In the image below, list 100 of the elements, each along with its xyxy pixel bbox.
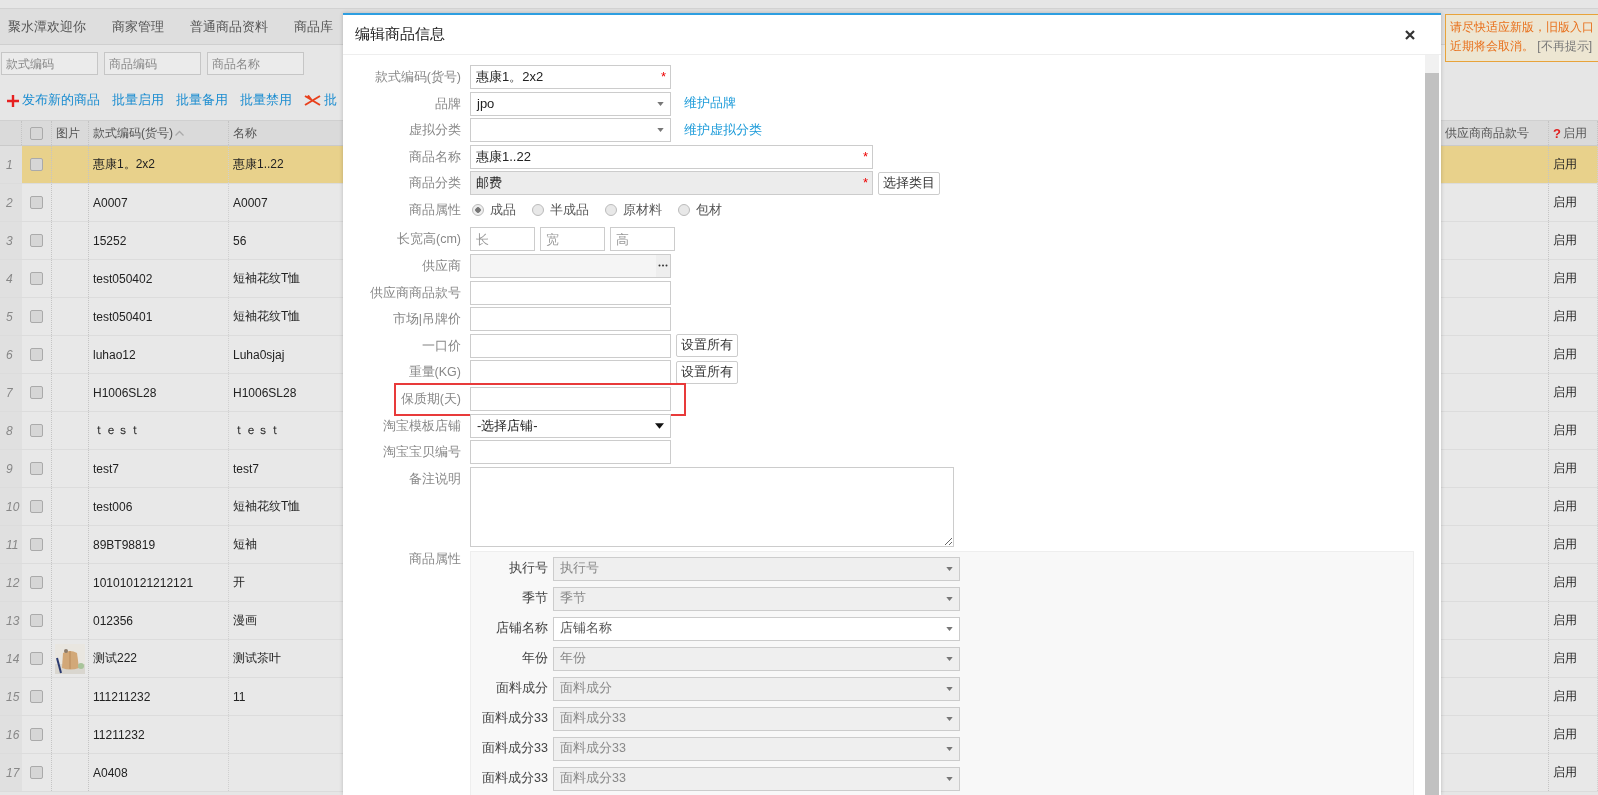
toolbar-link[interactable]: 发布新的商品 [7, 92, 100, 109]
row-number: 11 [0, 526, 22, 563]
action-button[interactable]: 选择类目 [878, 171, 940, 195]
remark-field[interactable] [470, 466, 954, 547]
checkbox[interactable] [30, 272, 43, 285]
checkbox[interactable] [30, 196, 43, 209]
checkbox[interactable] [30, 538, 43, 551]
help-mark[interactable]: ? [1553, 125, 1561, 141]
checkbox[interactable] [30, 462, 43, 475]
field-label: 长宽高(cm) [396, 231, 461, 249]
nav-tab[interactable]: 聚水潭欢迎你 [8, 17, 86, 36]
supplier-field[interactable] [470, 253, 671, 278]
table-cell: 启用 [1549, 374, 1598, 411]
text-field[interactable] [470, 307, 671, 332]
radio-option[interactable]: 原材料 [605, 201, 662, 219]
checkbox[interactable] [30, 500, 43, 513]
checkbox[interactable] [30, 766, 43, 779]
table-cell: 启用 [1549, 754, 1598, 791]
dimension-field[interactable]: 高 [610, 227, 675, 252]
row-number: 4 [0, 260, 22, 297]
row-number: 12 [0, 564, 22, 601]
maintain-link[interactable]: 维护品牌 [684, 95, 736, 113]
toolbar-link[interactable]: 批量备用 [176, 92, 228, 109]
checkbox[interactable] [30, 652, 43, 665]
checkbox[interactable] [30, 690, 43, 703]
table-cell: 启用 [1549, 184, 1598, 221]
row-number: 15 [0, 678, 22, 715]
checkbox[interactable] [30, 126, 43, 140]
row-number: 3 [0, 222, 22, 259]
table-cell: 101010121212121 [89, 564, 229, 601]
checkbox[interactable] [30, 424, 43, 437]
action-button[interactable]: 设置所有 [676, 360, 738, 384]
radio-option[interactable]: 半成品 [532, 201, 589, 219]
field-label: 面料成分 [495, 680, 548, 698]
dimension-field[interactable]: 长 [470, 227, 535, 252]
checkbox[interactable] [30, 728, 43, 741]
select-field[interactable] [470, 118, 671, 143]
filter-field[interactable]: 商品编码 [104, 52, 201, 75]
field-label: 品牌 [434, 95, 461, 113]
row-number: 10 [0, 488, 22, 525]
field-label: 店铺名称 [495, 620, 548, 638]
toolbar-link[interactable]: 批量启用 [112, 92, 164, 109]
row-number: 1 [0, 146, 22, 183]
dismiss-link[interactable]: [不再提示] [1537, 39, 1592, 53]
row-number: 2 [0, 184, 22, 221]
text-field[interactable] [470, 333, 671, 358]
radio-button[interactable] [605, 204, 617, 217]
table-cell: A0408 [89, 754, 229, 791]
radio-button[interactable] [678, 204, 690, 217]
radio-option[interactable]: 包材 [678, 201, 722, 219]
text-field[interactable] [470, 280, 671, 305]
select-field[interactable]: 店铺名称 [553, 616, 960, 641]
nav-tab[interactable]: 商品库 [294, 17, 333, 36]
field-label: 供应商 [421, 257, 461, 275]
toolbar-link[interactable]: 批量禁用 [240, 92, 292, 109]
nav-tab[interactable]: 商家管理 [112, 17, 164, 36]
checkbox[interactable] [30, 386, 43, 399]
field-label: 商品名称 [408, 148, 461, 166]
table-cell: 启用 [1549, 640, 1598, 677]
more-icon[interactable] [656, 254, 670, 277]
checkbox[interactable] [30, 234, 43, 247]
checkbox[interactable] [30, 158, 43, 171]
nav-tab[interactable]: 普通商品资料 [190, 17, 268, 36]
table-cell: ｔｅｓｔ [89, 412, 229, 449]
caret-icon [946, 776, 953, 781]
radio-option[interactable]: 成品 [472, 201, 516, 219]
table-cell: 启用 [1549, 412, 1598, 449]
checkbox[interactable] [30, 614, 43, 627]
checkbox[interactable] [30, 310, 43, 323]
caret-icon [946, 686, 953, 691]
text-field[interactable] [470, 386, 671, 411]
checkbox[interactable] [30, 576, 43, 589]
table-cell: 89BT98819 [89, 526, 229, 563]
caret-icon [657, 101, 664, 106]
column-header[interactable]: ?启用 [1549, 121, 1598, 145]
filter-field[interactable]: 款式编码 [1, 52, 98, 75]
table-cell: 启用 [1549, 336, 1598, 373]
select-field[interactable]: jpo [470, 91, 671, 116]
toolbar-link[interactable]: 批 [304, 92, 337, 109]
radio-button[interactable] [472, 204, 484, 217]
text-field[interactable] [470, 440, 671, 465]
column-header[interactable]: 图片 [52, 121, 89, 145]
dimension-field[interactable]: 宽 [540, 227, 605, 252]
table-cell: 启用 [1549, 222, 1598, 259]
column-header[interactable]: 款式编码(货号) [89, 121, 229, 145]
checkbox[interactable] [30, 348, 43, 361]
scrollbar[interactable] [1425, 55, 1439, 795]
close-icon[interactable] [1405, 29, 1415, 40]
action-button[interactable]: 设置所有 [676, 334, 738, 358]
filter-field[interactable]: 商品名称 [207, 52, 304, 75]
radio-button[interactable] [532, 204, 544, 217]
field-label: 虚拟分类 [408, 122, 461, 140]
caret-icon [655, 421, 664, 430]
row-number: 17 [0, 754, 22, 791]
row-number: 5 [0, 298, 22, 335]
select-field[interactable]: -选择店铺- [470, 413, 671, 438]
maintain-link[interactable]: 维护虚拟分类 [684, 121, 762, 139]
row-number: 7 [0, 374, 22, 411]
text-field[interactable] [470, 360, 671, 385]
table-cell: 惠康1。2x2 [89, 146, 229, 183]
